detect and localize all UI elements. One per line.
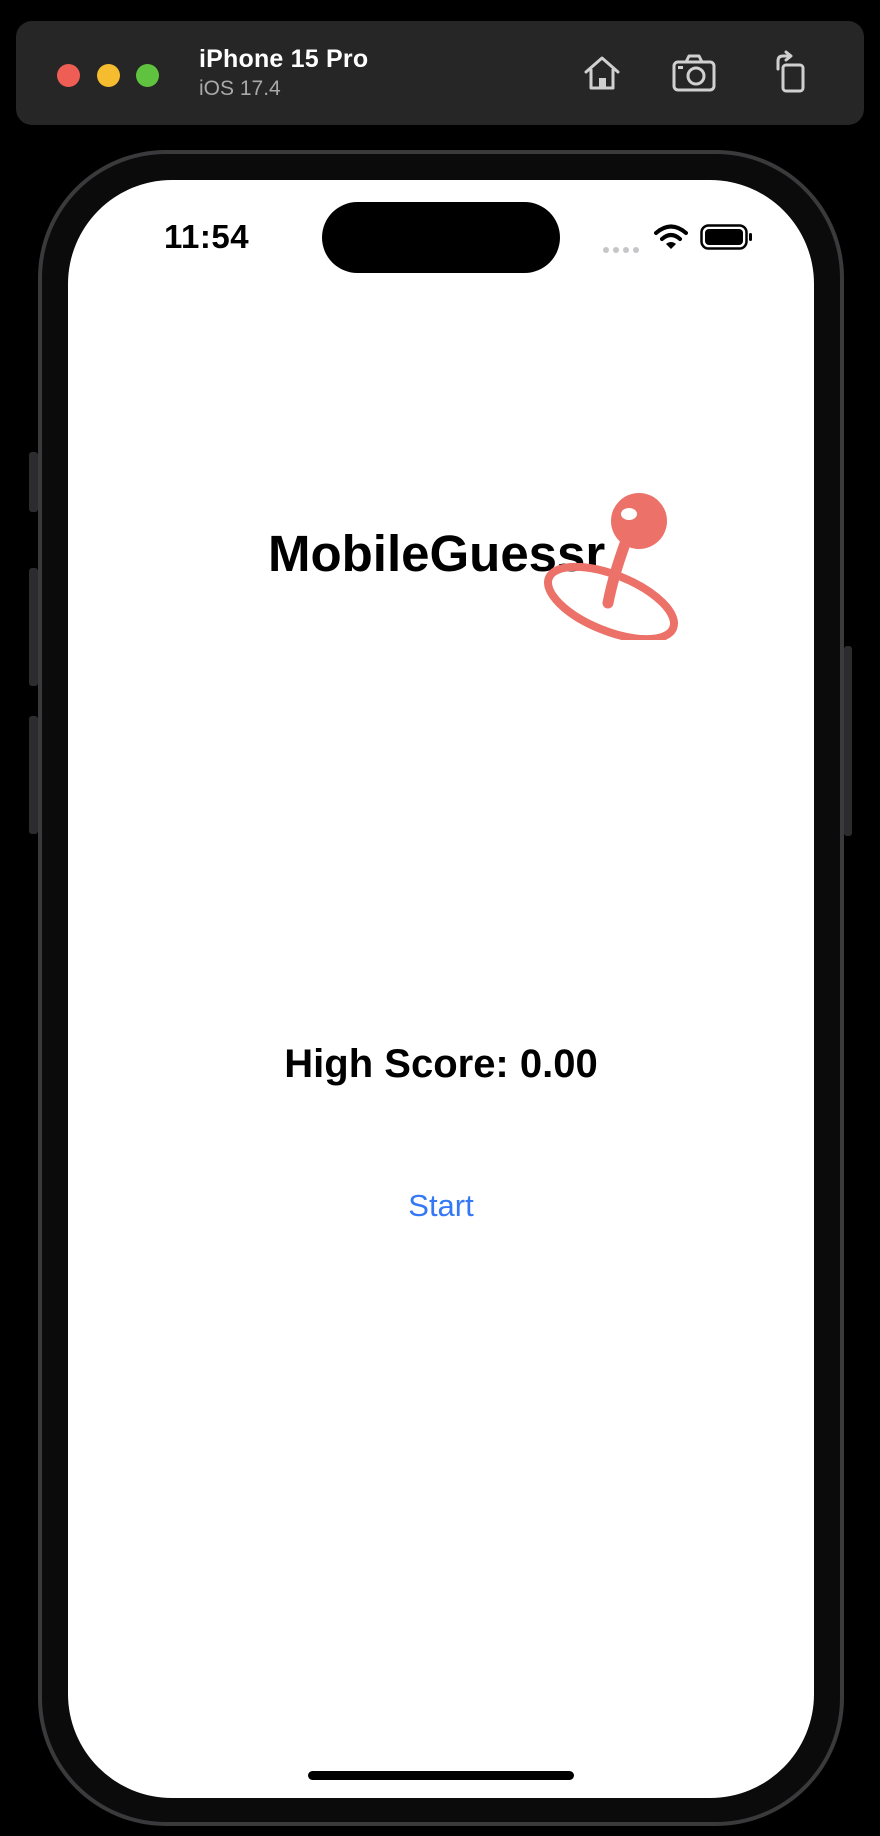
- dynamic-island: [322, 202, 560, 273]
- home-indicator[interactable]: [308, 1771, 574, 1780]
- device-name: iPhone 15 Pro: [199, 45, 369, 73]
- os-version: iOS 17.4: [199, 77, 281, 100]
- phone-screen: 11:54 MobileGuessr High Score: 0.00 Star…: [68, 180, 814, 1798]
- wifi-icon: [654, 223, 688, 256]
- high-score-label: High Score: 0.00: [284, 1042, 598, 1086]
- close-window-button[interactable]: [57, 64, 80, 87]
- power-button: [844, 646, 852, 836]
- rotate-icon[interactable]: [769, 49, 817, 97]
- home-icon[interactable]: [578, 49, 626, 97]
- screenshot-icon[interactable]: [670, 49, 718, 97]
- minimize-window-button[interactable]: [97, 64, 120, 87]
- battery-icon: [700, 224, 754, 255]
- simulator-toolbar: iPhone 15 Pro iOS 17.4: [16, 21, 864, 125]
- volume-up-button: [29, 568, 38, 686]
- map-pin-icon: [543, 492, 680, 645]
- cellular-dots-icon: [602, 241, 642, 259]
- zoom-window-button[interactable]: [136, 64, 159, 87]
- action-button: [29, 452, 38, 512]
- volume-down-button: [29, 716, 38, 834]
- status-time: 11:54: [164, 218, 250, 255]
- start-button[interactable]: Start: [361, 1180, 521, 1232]
